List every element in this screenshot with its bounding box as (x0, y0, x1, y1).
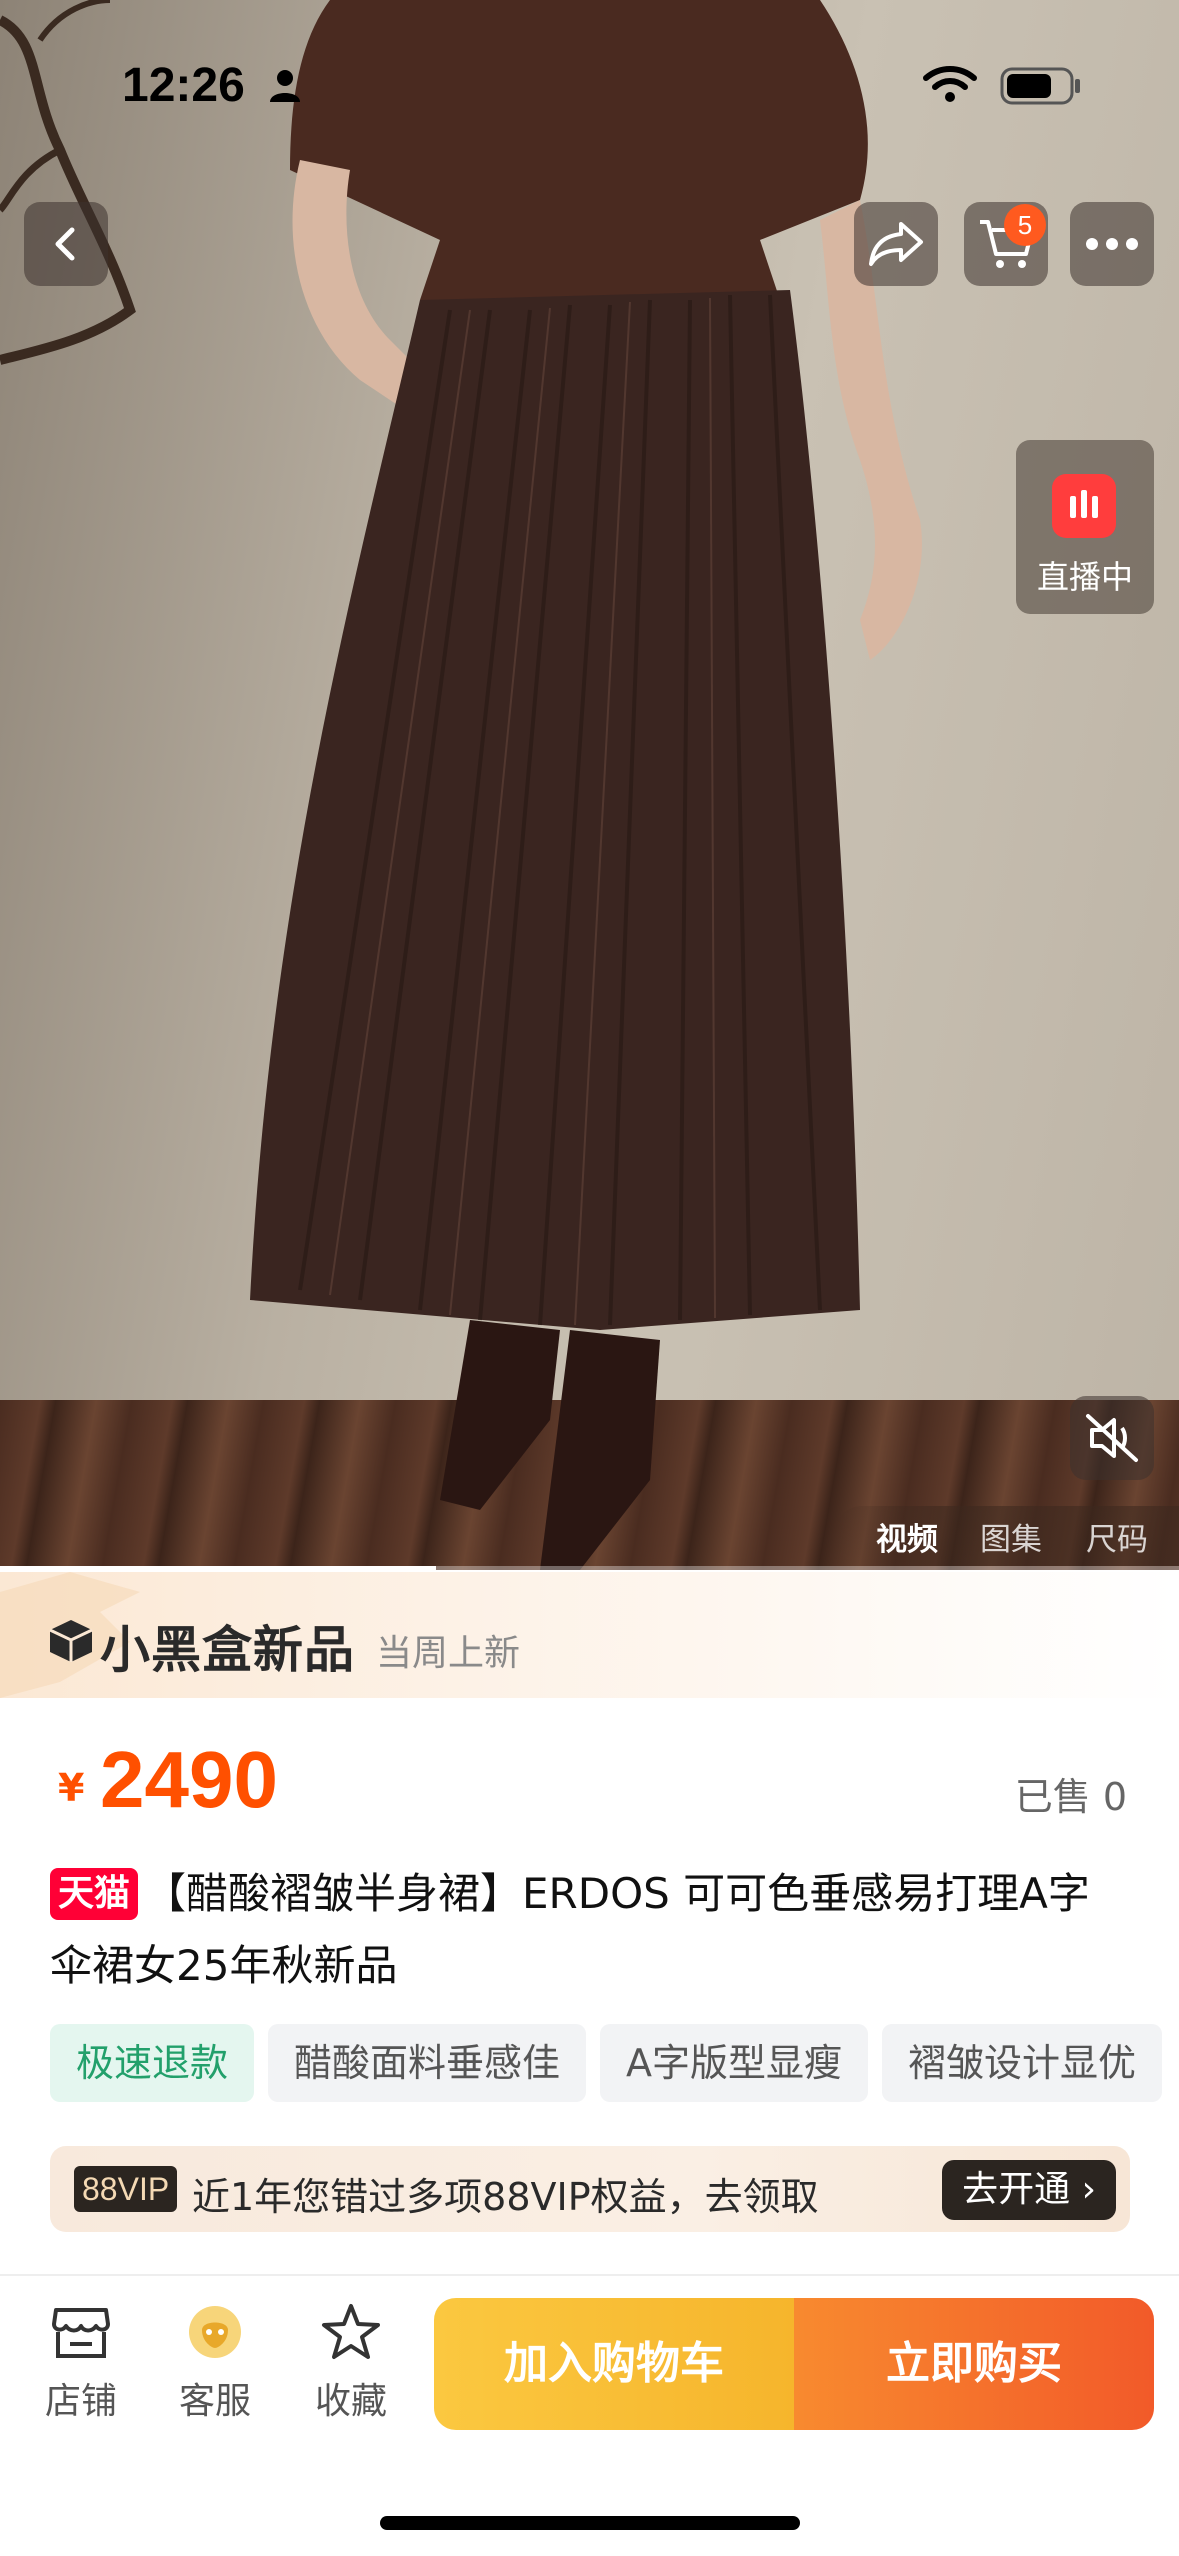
more-icon (1086, 238, 1138, 250)
live-label: 直播中 (1036, 558, 1133, 596)
add-to-cart-button[interactable]: 加入购物车 (434, 2298, 794, 2430)
cart-count-badge: 5 (1004, 204, 1046, 246)
vip-promo-bar[interactable]: 88VIP 近1年您错过多项88VIP权益，去领取 去开通 › (50, 2146, 1130, 2232)
status-time: 12:26 (122, 59, 245, 112)
home-indicator[interactable] (380, 2516, 800, 2530)
battery-icon (1000, 67, 1080, 105)
bottom-bar-divider (0, 2274, 1179, 2276)
store-icon (52, 2308, 110, 2358)
share-button[interactable] (854, 202, 938, 286)
live-stream-button[interactable]: 直播中 (1016, 440, 1154, 614)
chevron-left-icon (55, 227, 75, 261)
banner-title: 小黑盒新品 (100, 1621, 355, 1679)
speaker-muted-icon (1086, 1414, 1138, 1462)
tag-pleat-design[interactable]: 褶皱设计显优 (882, 2024, 1163, 2102)
more-button[interactable] (1070, 202, 1154, 286)
box-logo-icon (49, 1620, 93, 1662)
vip-activate-button[interactable]: 去开通 › (942, 2160, 1116, 2220)
tag-a-line[interactable]: A字版型显瘦 (600, 2024, 869, 2102)
store-label: 店铺 (44, 2381, 117, 2422)
customer-service-button[interactable]: 客服 (160, 2302, 270, 2424)
vip-text: 近1年您错过多项88VIP权益，去领取 (192, 2175, 819, 2219)
store-button[interactable]: 店铺 (26, 2302, 136, 2424)
favorite-button[interactable]: 收藏 (296, 2302, 406, 2424)
tag-fast-refund[interactable]: 极速退款 (50, 2024, 255, 2102)
price-value: 2490 (100, 1735, 278, 1824)
back-button[interactable] (24, 202, 108, 286)
person-icon (270, 70, 300, 102)
price-currency: ¥ (58, 1766, 85, 1810)
tab-gallery[interactable]: 图集 (980, 1514, 1042, 1559)
tab-video[interactable]: 视频 (876, 1514, 938, 1559)
wifi-icon (923, 66, 977, 102)
feature-tags: 极速退款 醋酸面料垂感佳 A字版型显瘦 褶皱设计显优 (50, 2024, 1179, 2102)
video-progress-fill (0, 1566, 437, 1570)
tag-fabric[interactable]: 醋酸面料垂感佳 (268, 2024, 587, 2102)
product-title-text: 【醋酸褶皱半身裙】ERDOS 可可色垂感易打理A字伞裙女25年秋新品 (50, 1869, 1090, 1990)
customer-service-label: 客服 (178, 2381, 251, 2422)
favorite-label: 收藏 (314, 2381, 387, 2422)
star-icon (322, 2304, 380, 2359)
tab-size[interactable]: 尺码 (1086, 1514, 1148, 1559)
banner-subtitle: 当周上新 (376, 1633, 521, 1674)
buy-now-button[interactable]: 立即购买 (794, 2298, 1154, 2430)
live-icon (1052, 474, 1116, 538)
mute-button[interactable] (1070, 1396, 1154, 1480)
new-arrival-banner[interactable]: 小黑盒新品 当周上新 (0, 1572, 1179, 1698)
sold-count: 已售 0 (1014, 1775, 1127, 1819)
share-icon (869, 222, 923, 266)
video-progress-track[interactable] (0, 1566, 1179, 1570)
product-title: 天猫 【醋酸褶皱半身裙】ERDOS 可可色垂感易打理A字伞裙女25年秋新品 (50, 1858, 1130, 2002)
customer-service-icon (189, 2306, 241, 2358)
vip-badge: 88VIP (74, 2166, 178, 2212)
tmall-badge: 天猫 (50, 1868, 139, 1920)
